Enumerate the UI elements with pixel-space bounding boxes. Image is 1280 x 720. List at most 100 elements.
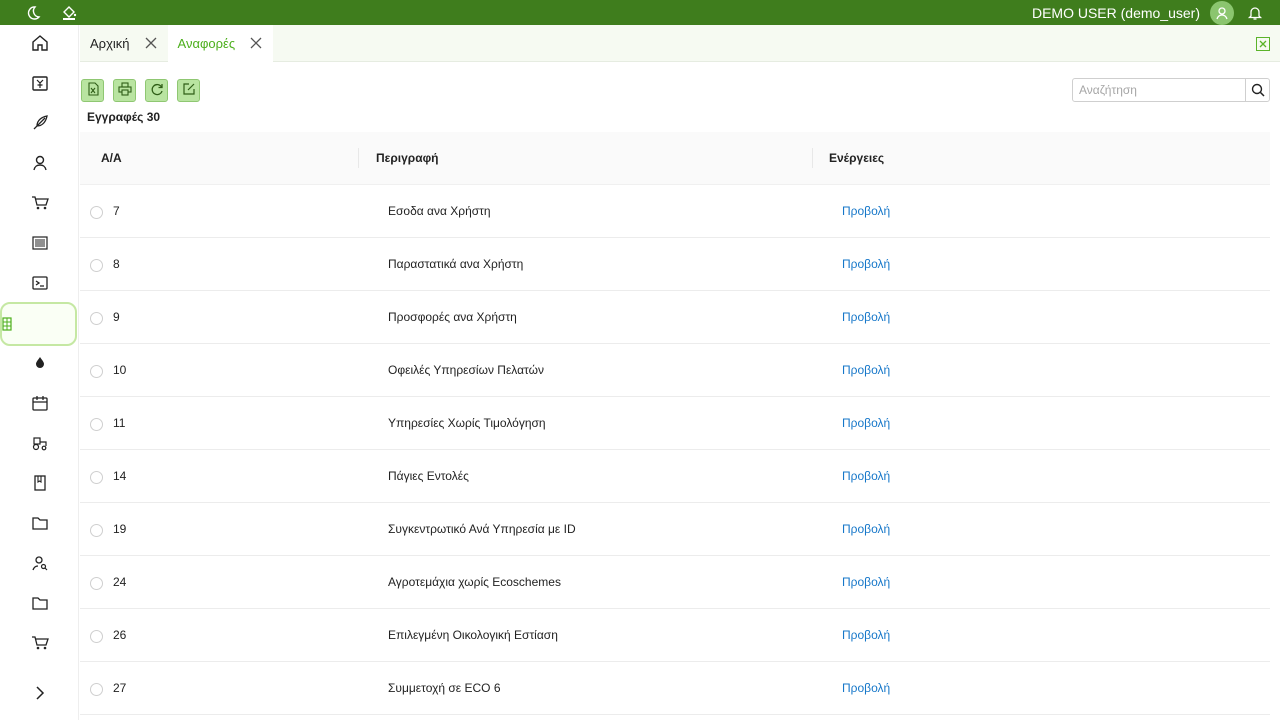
row-select-radio[interactable] — [90, 683, 103, 696]
edit-button[interactable] — [177, 79, 200, 102]
row-select-radio[interactable] — [90, 365, 103, 378]
view-link[interactable]: Προβολή — [842, 681, 890, 695]
cell-id: 8 — [113, 257, 120, 271]
sidebar-item-barcode[interactable] — [0, 223, 79, 263]
feather-icon — [31, 114, 49, 132]
sidebar-item-invoices[interactable] — [0, 63, 79, 103]
row-select-radio[interactable] — [90, 471, 103, 484]
table-row[interactable]: 11 Υπηρεσίες Χωρίς Τιμολόγηση Προβολή — [80, 397, 1270, 450]
table-row[interactable]: 8 Παραστατικά ανα Χρήστη Προβολή — [80, 238, 1270, 291]
cell-description: Οφειλές Υπηρεσίων Πελατών — [388, 363, 544, 377]
drop-icon — [31, 354, 49, 372]
column-header-actions[interactable]: Ενέργειες — [829, 151, 884, 165]
sidebar-item-terminal[interactable] — [0, 263, 79, 303]
refresh-button[interactable] — [145, 79, 168, 102]
view-link[interactable]: Προβολή — [842, 416, 890, 430]
cell-description: Προσφορές ανα Χρήστη — [388, 310, 517, 324]
table-icon — [2, 317, 12, 331]
cell-id: 19 — [113, 522, 127, 536]
cell-description: Συμμετοχή σε ECO 6 — [388, 681, 501, 695]
search-input[interactable] — [1073, 79, 1246, 101]
excel-file-icon — [86, 82, 100, 99]
table-row[interactable]: 10 Οφειλές Υπηρεσίων Πελατών Προβολή — [80, 344, 1270, 397]
table-row[interactable]: 26 Επιλεγμένη Οικολογική Εστίαση Προβολή — [80, 609, 1270, 662]
cell-description: Συγκεντρωτικό Ανά Υπηρεσία με ID — [388, 522, 576, 536]
column-divider[interactable] — [812, 148, 813, 168]
view-link[interactable]: Προβολή — [842, 469, 890, 483]
sidebar-item-book[interactable] — [0, 463, 79, 503]
cell-id: 7 — [113, 204, 120, 218]
folder-icon — [31, 594, 49, 612]
excel-icon[interactable] — [1256, 37, 1270, 51]
view-link[interactable]: Προβολή — [842, 575, 890, 589]
table-row[interactable]: 24 Αγροτεμάχια χωρίς Ecoschemes Προβολή — [80, 556, 1270, 609]
row-select-radio[interactable] — [90, 312, 103, 325]
user-avatar-icon[interactable] — [1210, 0, 1234, 25]
column-header-description[interactable]: Περιγραφή — [376, 151, 439, 165]
row-select-radio[interactable] — [90, 206, 103, 219]
sidebar-item-cart-2[interactable] — [0, 623, 79, 663]
search-box — [1072, 78, 1270, 102]
toolbar — [81, 79, 200, 102]
view-link[interactable]: Προβολή — [842, 310, 890, 324]
sidebar-item-drop[interactable] — [0, 343, 79, 383]
sidebar-item-user-search[interactable] — [0, 543, 79, 583]
sidebar-item-calendar[interactable] — [0, 383, 79, 423]
row-select-radio[interactable] — [90, 418, 103, 431]
moon-icon[interactable] — [22, 2, 44, 24]
bell-icon[interactable] — [1244, 2, 1266, 24]
cell-description: Επιλεγμένη Οικολογική Εστίαση — [388, 628, 558, 642]
tab-home[interactable]: Αρχική — [80, 25, 168, 62]
calendar-icon — [31, 394, 49, 412]
expand-sidebar-button[interactable] — [30, 684, 50, 704]
row-select-radio[interactable] — [90, 630, 103, 643]
top-bar: DEMO USER (demo_user) — [0, 0, 1280, 25]
reports-table: Α/Α Περιγραφή Ενέργειες 7 Εσοδα ανα Χρήστ… — [80, 132, 1270, 715]
table-row[interactable]: 14 Πάγιες Εντολές Προβολή — [80, 450, 1270, 503]
search-icon[interactable] — [1245, 79, 1269, 101]
print-button[interactable] — [113, 79, 136, 102]
row-select-radio[interactable] — [90, 259, 103, 272]
paint-bucket-icon[interactable] — [58, 2, 80, 24]
sidebar-item-feather[interactable] — [0, 103, 79, 143]
folder-icon — [31, 514, 49, 532]
cell-id: 9 — [113, 310, 120, 324]
view-link[interactable]: Προβολή — [842, 522, 890, 536]
tab-label: Αναφορές — [177, 35, 236, 51]
sidebar-item-tractor[interactable] — [0, 423, 79, 463]
cell-id: 10 — [113, 363, 127, 377]
row-select-radio[interactable] — [90, 577, 103, 590]
table-row[interactable]: 9 Προσφορές ανα Χρήστη Προβολή — [80, 291, 1270, 344]
records-count: Εγγραφές 30 — [87, 110, 161, 124]
sidebar-item-users[interactable] — [0, 143, 79, 183]
view-link[interactable]: Προβολή — [842, 204, 890, 218]
user-name[interactable]: DEMO USER (demo_user) — [1032, 5, 1200, 21]
close-icon[interactable] — [249, 36, 263, 50]
refresh-icon — [150, 82, 164, 99]
sidebar-item-home[interactable] — [0, 23, 79, 63]
sidebar-item-folder-2[interactable] — [0, 583, 79, 623]
sidebar-item-cart[interactable] — [0, 183, 79, 223]
column-divider[interactable] — [358, 148, 359, 168]
cell-description: Υπηρεσίες Χωρίς Τιμολόγηση — [388, 416, 546, 430]
sidebar-item-folder[interactable] — [0, 503, 79, 543]
edit-icon — [182, 82, 196, 99]
column-header-id[interactable]: Α/Α — [101, 151, 122, 165]
close-icon[interactable] — [144, 36, 158, 50]
sidebar-item-reports[interactable] — [0, 302, 77, 346]
view-link[interactable]: Προβολή — [842, 363, 890, 377]
row-select-radio[interactable] — [90, 524, 103, 537]
user-icon — [31, 154, 49, 172]
terminal-icon — [31, 274, 49, 292]
view-link[interactable]: Προβολή — [842, 257, 890, 271]
export-excel-button[interactable] — [81, 79, 104, 102]
barcode-icon — [31, 234, 49, 252]
cart-icon — [31, 194, 49, 212]
table-row[interactable]: 7 Εσοδα ανα Χρήστη Προβολή — [80, 185, 1270, 238]
table-row[interactable]: 19 Συγκεντρωτικό Ανά Υπηρεσία με ID Προβολ… — [80, 503, 1270, 556]
view-link[interactable]: Προβολή — [842, 628, 890, 642]
table-row[interactable]: 27 Συμμετοχή σε ECO 6 Προβολή — [80, 662, 1270, 715]
cell-id: 24 — [113, 575, 127, 589]
cell-id: 11 — [113, 416, 126, 430]
tab-reports[interactable]: Αναφορές — [167, 24, 274, 62]
